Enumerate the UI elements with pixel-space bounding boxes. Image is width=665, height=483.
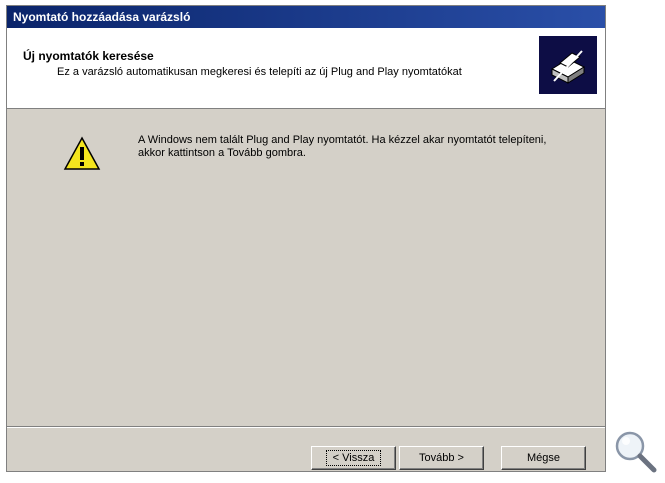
add-printer-wizard-dialog: Nyomtató hozzáadása varázsló Új nyomtató…: [6, 5, 606, 472]
cancel-button-label: Mégse: [526, 452, 561, 464]
back-button-label: < Vissza: [325, 450, 382, 466]
window-titlebar[interactable]: Nyomtató hozzáadása varázsló: [7, 6, 605, 28]
footer-separator: [7, 426, 605, 428]
info-message: A Windows nem talált Plug and Play nyomt…: [138, 134, 547, 159]
wizard-header: Új nyomtatók keresése Ez a varázsló auto…: [7, 28, 605, 109]
page-title: Új nyomtatók keresése: [23, 49, 154, 63]
next-button-label: Tovább >: [419, 452, 464, 464]
cancel-button[interactable]: Mégse: [501, 446, 586, 470]
magnifier-icon[interactable]: [612, 428, 658, 474]
page-subtitle: Ez a varázsló automatikusan megkeresi és…: [57, 66, 462, 78]
printer-wizard-icon: [539, 36, 597, 94]
back-button[interactable]: < Vissza: [311, 446, 396, 470]
warning-icon: [62, 134, 102, 174]
window-title: Nyomtató hozzáadása varázsló: [13, 10, 191, 24]
next-button[interactable]: Tovább >: [399, 446, 484, 470]
